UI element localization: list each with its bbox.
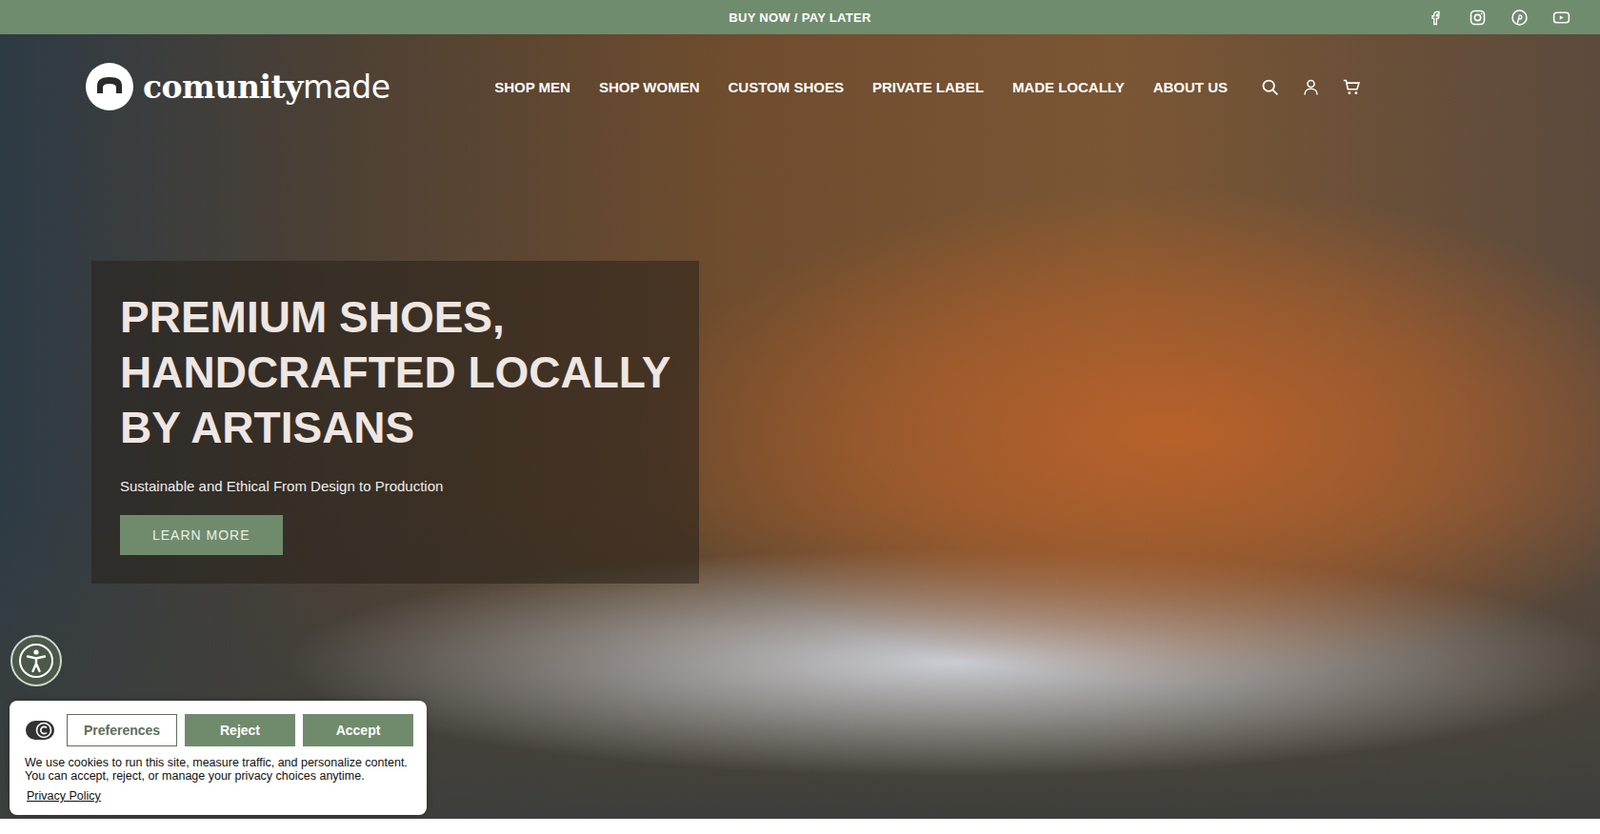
nav-item[interactable]: SHOP MEN <box>494 79 571 96</box>
youtube-icon[interactable] <box>1551 7 1572 28</box>
search-icon[interactable] <box>1260 77 1280 98</box>
main-nav: SHOP MEN SHOP WOMEN CUSTOM SHOES PRIVATE LA… <box>494 77 1362 98</box>
page: BUY NOW / PAY LATER comunitymade SHOP ME… <box>0 0 1600 834</box>
logo-icon <box>85 62 134 111</box>
nav-item[interactable]: SHOP WOMEN <box>599 79 700 96</box>
nav-item[interactable]: ABOUT US <box>1153 79 1228 96</box>
site-header: comunitymade SHOP MEN SHOP WOMEN CUSTOM SH… <box>0 34 1600 117</box>
accessibility-button[interactable] <box>10 635 62 687</box>
bottom-strip <box>0 819 1600 834</box>
header-icons <box>1260 77 1362 98</box>
cookie-actions: PreferencesRejectAccept <box>24 714 414 747</box>
pinterest-icon[interactable] <box>1509 7 1530 28</box>
hero-title: PREMIUM SHOES,HANDCRAFTED LOCALLYBY ARTI… <box>120 289 671 456</box>
announcement-text[interactable]: BUY NOW / PAY LATER <box>728 10 871 25</box>
cookie-button[interactable]: Accept <box>302 714 414 747</box>
hero-panel: PREMIUM SHOES,HANDCRAFTED LOCALLYBY ARTI… <box>91 260 700 584</box>
account-icon[interactable] <box>1300 77 1321 98</box>
accessibility-icon <box>17 641 56 680</box>
instagram-icon[interactable] <box>1467 7 1488 28</box>
consent-toggle-icon <box>24 720 56 741</box>
cookie-button[interactable]: Reject <box>184 714 296 747</box>
nav-item[interactable]: PRIVATE LABEL <box>872 79 984 96</box>
nav-item[interactable]: CUSTOM SHOES <box>728 79 844 96</box>
nav-item[interactable]: MADE LOCALLY <box>1012 79 1125 96</box>
social-links <box>1425 0 1572 35</box>
learn-more-button[interactable]: LEARN MORE <box>120 515 283 556</box>
cookie-text: We use cookies to run this site, measure… <box>24 756 414 783</box>
facebook-icon[interactable] <box>1425 7 1446 28</box>
privacy-policy-link[interactable]: Privacy Policy <box>26 789 101 803</box>
announcement-bar: BUY NOW / PAY LATER <box>0 0 1600 35</box>
hero-subtitle: Sustainable and Ethical From Design to P… <box>120 478 671 495</box>
cookie-button[interactable]: Preferences <box>66 714 178 747</box>
cart-icon[interactable] <box>1341 77 1362 98</box>
logo[interactable]: comunitymade <box>85 62 391 111</box>
cookie-banner: PreferencesRejectAccept We use cookies t… <box>9 700 427 816</box>
